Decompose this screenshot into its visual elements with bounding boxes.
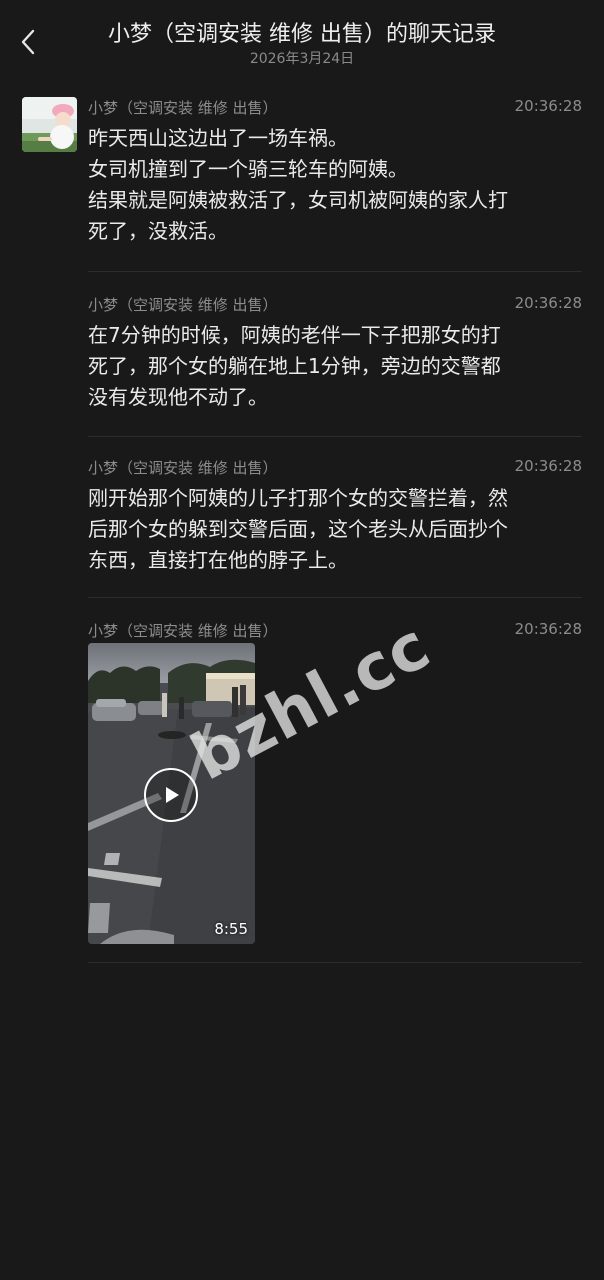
message-time: 20:36:28 [514, 457, 582, 475]
video-message[interactable]: 8:55 [88, 643, 255, 944]
message-divider [88, 271, 582, 272]
message-divider [88, 436, 582, 437]
avatar[interactable] [22, 97, 77, 152]
page-title: 小梦（空调安装 维修 出售）的聊天记录 [108, 22, 496, 47]
message-line: 刚开始那个阿姨的儿子打那个女的交警拦着，然 [88, 486, 508, 510]
message-sender: 小梦（空调安装 维修 出售） [88, 296, 278, 314]
message-text: 在7分钟的时候，阿姨的老伴一下子把那女的打 死了，那个女的躺在地上1分钟，旁边的… [88, 320, 582, 413]
message-line: 结果就是阿姨被救活了，女司机被阿姨的家人打 [88, 188, 508, 212]
message-divider [88, 962, 582, 963]
message-line: 在7分钟的时候，阿姨的老伴一下子把那女的打 [88, 323, 501, 347]
message-line: 后那个女的躲到交警后面，这个老头从后面抄个 [88, 517, 508, 541]
message-time: 20:36:28 [514, 294, 582, 312]
message-time: 20:36:28 [514, 620, 582, 638]
chat-history-header: 小梦（空调安装 维修 出售）的聊天记录 2026年3月24日 [0, 0, 604, 80]
message-line: 死了，那个女的躺在地上1分钟，旁边的交警都 [88, 354, 501, 378]
message-sender: 小梦（空调安装 维修 出售） [88, 622, 278, 640]
message-line: 昨天西山这边出了一场车祸。 [88, 126, 348, 150]
message-line: 死了，没救活。 [88, 219, 228, 243]
message-line: 东西，直接打在他的脖子上。 [88, 548, 348, 572]
video-duration: 8:55 [214, 920, 248, 938]
message-item: 小梦（空调安装 维修 出售） 20:36:28 刚开始那个阿姨的儿子打那个女的交… [88, 457, 582, 576]
play-icon [166, 787, 179, 803]
message-item: 小梦（空调安装 维修 出售） 20:36:28 在7分钟的时候，阿姨的老伴一下子… [88, 294, 582, 413]
message-sender: 小梦（空调安装 维修 出售） [88, 459, 278, 477]
message-line: 女司机撞到了一个骑三轮车的阿姨。 [88, 157, 408, 181]
message-divider [88, 597, 582, 598]
play-button[interactable] [144, 768, 198, 822]
message-text: 昨天西山这边出了一场车祸。 女司机撞到了一个骑三轮车的阿姨。 结果就是阿姨被救活… [88, 123, 582, 247]
message-time: 20:36:28 [514, 97, 582, 115]
message-item: 小梦（空调安装 维修 出售） 20:36:28 [88, 620, 582, 642]
message-sender: 小梦（空调安装 维修 出售） [88, 99, 278, 117]
message-text: 刚开始那个阿姨的儿子打那个女的交警拦着，然 后那个女的躲到交警后面，这个老头从后… [88, 483, 582, 576]
page-date: 2026年3月24日 [249, 51, 355, 67]
message-item: 小梦（空调安装 维修 出售） 20:36:28 昨天西山这边出了一场车祸。 女司… [88, 97, 582, 247]
message-line: 没有发现他不动了。 [88, 385, 268, 409]
